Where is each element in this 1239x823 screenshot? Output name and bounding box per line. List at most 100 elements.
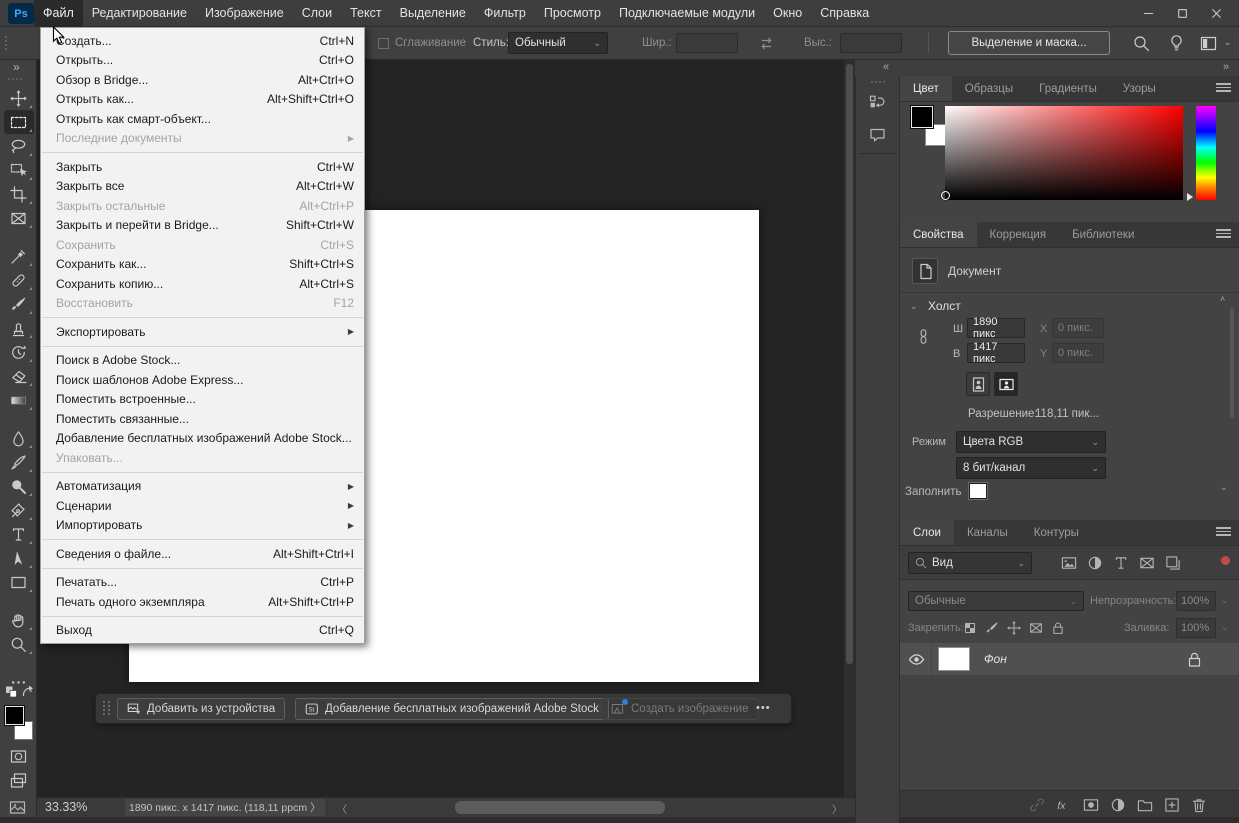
color-mode-select[interactable]: Цвета RGB ⌄ [956,431,1106,453]
folder-icon[interactable] [1134,794,1156,816]
menubar-item[interactable]: Изображение [196,0,293,27]
link-dimensions-icon[interactable] [915,328,932,345]
menubar-item[interactable]: Просмотр [535,0,610,27]
file-menu-item[interactable]: Автоматизация▶ [41,477,364,497]
layer-lock-icon[interactable] [1186,651,1203,668]
file-menu-item[interactable]: Сценарии▶ [41,496,364,516]
file-menu-item[interactable]: Открыть...Ctrl+O [41,51,364,71]
move-icon[interactable] [1004,618,1023,637]
saturation-brightness-field[interactable] [945,106,1183,200]
foreground-color-swatch[interactable] [5,706,24,725]
scroll-right-arrow[interactable]: 〉 [832,801,842,816]
healing-tool[interactable] [4,268,34,292]
file-menu-item[interactable]: Обзор в Bridge...Alt+Ctrl+O [41,70,364,90]
file-menu-item[interactable]: Экспортировать▶ [41,322,364,342]
move-tool[interactable] [4,86,34,110]
hue-slider-handle[interactable] [1187,193,1193,201]
color-picker-handle[interactable] [941,191,950,200]
scroll-left-arrow[interactable]: 〈 [337,801,347,816]
file-menu-item[interactable]: Закрыть всеAlt+Ctrl+W [41,177,364,197]
file-menu-item[interactable]: Поиск в Adobe Stock... [41,351,364,371]
pen-tool[interactable] [4,498,34,522]
file-menu-item[interactable]: Добавление бесплатных изображений Adobe … [41,429,364,449]
brush-tool[interactable] [4,292,34,316]
comments-panel-icon[interactable] [865,121,891,147]
maximize-button[interactable] [1165,0,1199,27]
blur-tool[interactable] [4,426,34,450]
file-menu-item[interactable]: Печать одного экземпляраAlt+Shift+Ctrl+P [41,592,364,612]
layer-visibility-eye-icon[interactable] [908,651,925,668]
layer-filter-select[interactable]: Вид ⌄ [908,552,1032,574]
layer-thumbnail[interactable] [938,647,970,671]
file-menu-item[interactable]: Сведения о файле...Alt+Shift+Ctrl+I [41,544,364,564]
tab-Слои[interactable]: Слои [900,520,954,545]
type-tool[interactable] [4,522,34,546]
eraser-tool[interactable] [4,364,34,388]
tab-Образцы[interactable]: Образцы [952,76,1026,101]
tab-Узоры[interactable]: Узоры [1110,76,1169,101]
file-menu-item[interactable]: Сохранить копию...Alt+Ctrl+S [41,274,364,294]
landscape-orientation-button[interactable] [994,372,1018,396]
dodge-tool[interactable] [4,474,34,498]
menubar-item[interactable]: Редактирование [83,0,196,27]
menubar-item[interactable]: Справка [811,0,878,27]
plus-square-icon[interactable] [1161,794,1183,816]
vertical-scrollbar-thumb[interactable] [846,64,853,664]
quick-mask-icon[interactable] [10,748,27,765]
file-menu-item[interactable]: ВыходCtrl+Q [41,621,364,641]
file-menu-item[interactable]: Открыть как...Alt+Shift+Ctrl+O [41,90,364,110]
collapse-right-icon[interactable]: » [1223,61,1229,73]
marquee-tool[interactable] [4,110,34,134]
menubar-item[interactable]: Подключаемые модули [610,0,764,27]
tab-Коррекция[interactable]: Коррекция [977,222,1060,247]
gradient-tool[interactable] [4,388,34,412]
file-menu-item[interactable]: Открыть как смарт-объект... [41,109,364,129]
tab-Градиенты[interactable]: Градиенты [1026,76,1110,101]
trash-icon[interactable] [1188,794,1210,816]
width-input[interactable] [676,33,738,53]
scroll-down-icon[interactable]: ⌄ [1220,482,1228,493]
frame-tool[interactable] [4,206,34,230]
select-and-mask-button[interactable]: Выделение и маска... [948,31,1110,55]
chevron-down-icon[interactable]: ⌄ [1224,37,1232,48]
horizontal-scrollbar-thumb[interactable] [455,801,665,814]
panel-menu-icon[interactable] [1216,83,1231,92]
checker-icon[interactable] [960,618,979,637]
file-menu-item[interactable]: Импортировать▶ [41,516,364,536]
file-menu-item[interactable]: Печатать...Ctrl+P [41,573,364,593]
home-screen-icon[interactable] [9,799,26,816]
zoom-tool[interactable] [4,632,34,656]
zoom-level[interactable]: 33.33% [45,800,87,814]
file-menu-item[interactable]: Поместить встроенные... [41,390,364,410]
height-input[interactable] [840,33,902,53]
layer-row[interactable]: Фон [900,643,1239,675]
lasso-tool[interactable] [4,134,34,158]
menubar-item[interactable]: Окно [764,0,811,27]
history-brush-tool[interactable] [4,340,34,364]
half-circle-icon[interactable] [1084,552,1106,574]
canvas-fill-swatch[interactable] [969,483,987,499]
fx-icon[interactable]: fx [1053,794,1075,816]
path-select-tool[interactable] [4,546,34,570]
file-menu-item[interactable]: Поместить связанные... [41,409,364,429]
hue-slider[interactable] [1196,106,1216,200]
type-icon[interactable] [1110,552,1132,574]
panel-menu-icon[interactable] [1216,229,1231,238]
close-button[interactable] [1199,0,1233,27]
canvas-width-field[interactable]: 1890 пикс [967,318,1025,338]
properties-scrollbar-thumb[interactable] [1230,308,1234,418]
frame-icon[interactable] [1026,618,1045,637]
lock-icon[interactable] [1048,618,1067,637]
layers-image-icon[interactable] [1058,552,1080,574]
history-panel-icon[interactable] [865,89,891,115]
expand-toolbar-icon[interactable]: » [13,60,20,74]
file-menu-item[interactable]: Создать...Ctrl+N [41,31,364,51]
foreground-color-swatch[interactable] [911,106,933,128]
bulb-icon[interactable] [1168,34,1185,51]
scroll-up-icon[interactable]: ˄ [1220,294,1225,304]
tab-Контуры[interactable]: Контуры [1021,520,1092,545]
file-menu-item[interactable]: Поиск шаблонов Adobe Express... [41,370,364,390]
smudge-tool[interactable] [4,450,34,474]
file-menu-item[interactable]: ЗакрытьCtrl+W [41,157,364,177]
menubar-item[interactable]: Выделение [391,0,475,27]
